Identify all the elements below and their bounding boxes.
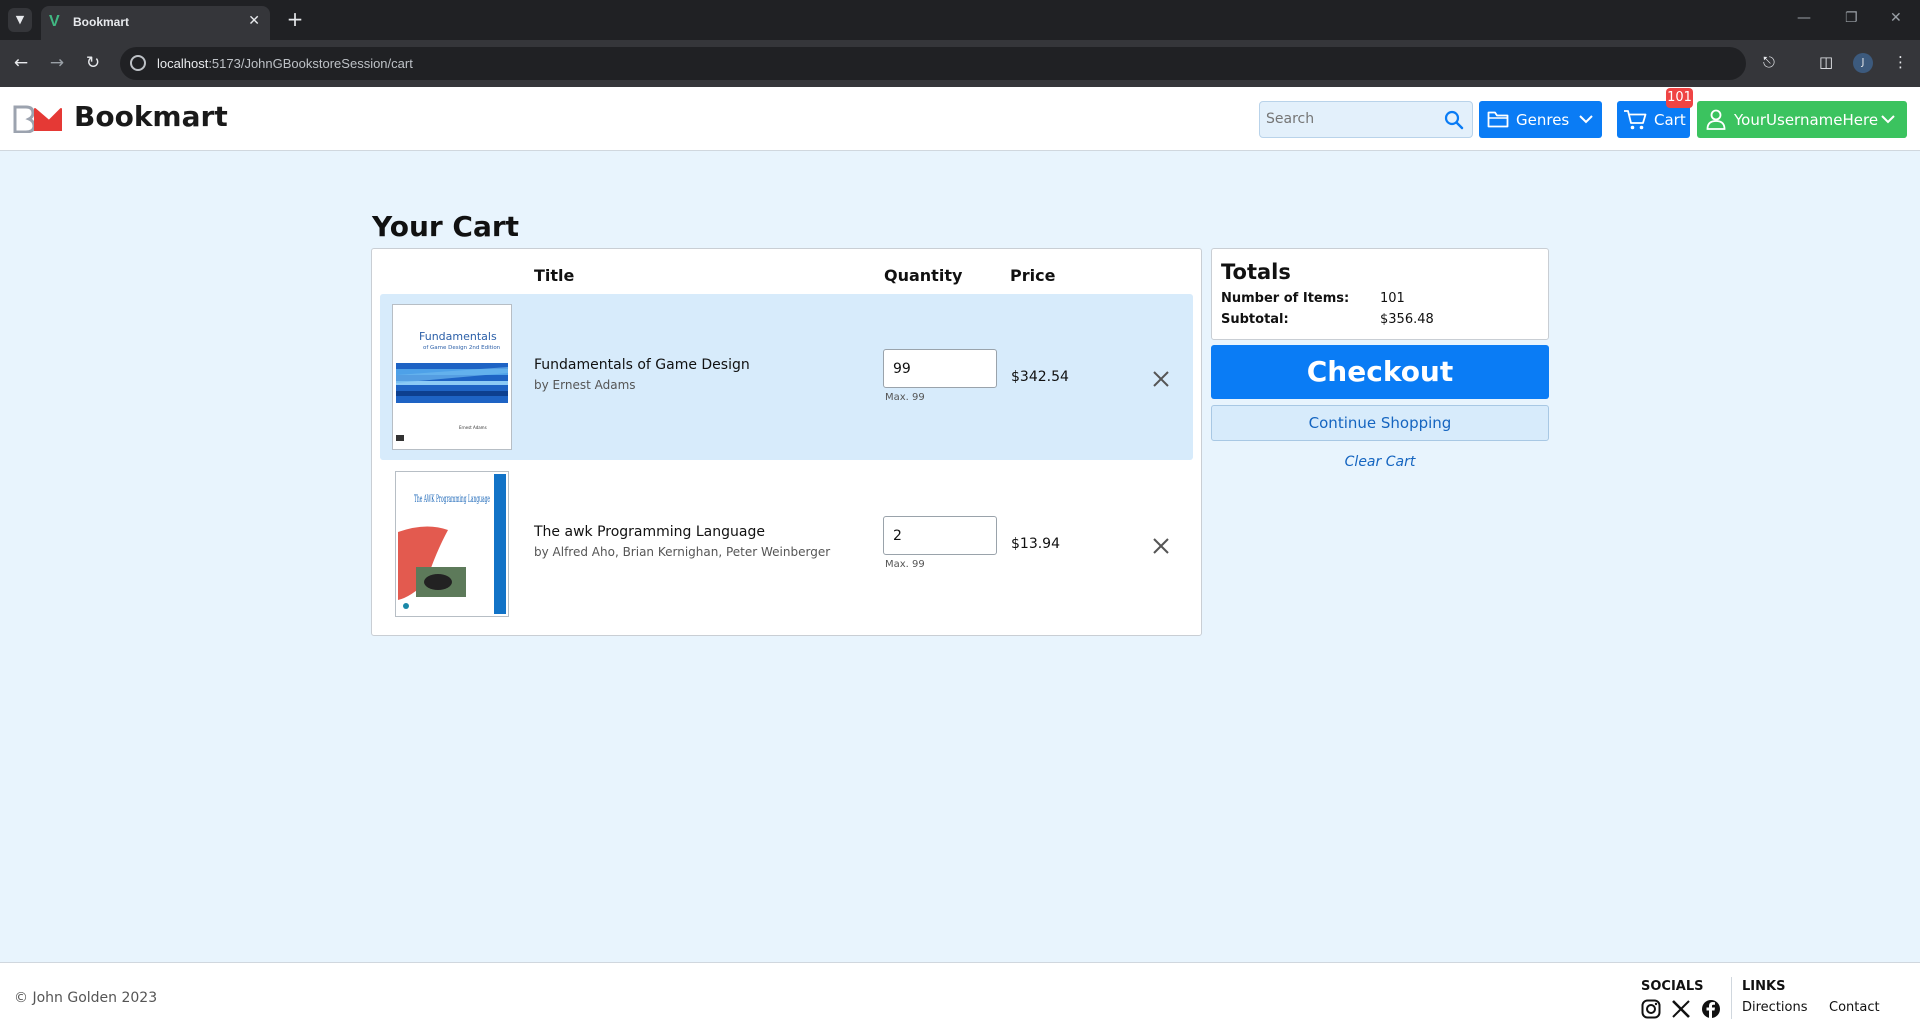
vue-favicon-icon: V [49,13,60,30]
chevron-down-icon [1881,115,1895,124]
checkout-button[interactable]: Checkout [1211,345,1549,399]
page-title: Your Cart [372,210,520,243]
book-cover-image[interactable]: The AWK Programming Language [395,471,509,617]
items-count-label: Number of Items: [1221,291,1350,306]
user-icon [1706,109,1726,130]
tab-search-chevron-icon[interactable]: ▼ [8,8,32,32]
address-bar[interactable]: localhost:5173/JohnGBookstoreSession/car… [120,47,1746,80]
search-box [1259,101,1473,138]
svg-text:Ernest Adams: Ernest Adams [459,425,487,430]
facebook-icon[interactable] [1701,999,1721,1019]
book-cover-art: The AWK Programming Language [396,472,508,616]
bookmart-logo-icon[interactable] [13,105,63,133]
remove-item-close-icon[interactable] [1151,536,1171,556]
genres-dropdown-button[interactable]: Genres [1479,101,1602,138]
links-heading: LINKS [1742,979,1786,994]
site-info-icon[interactable] [130,55,146,71]
search-input[interactable] [1266,111,1436,127]
continue-shopping-button[interactable]: Continue Shopping [1211,405,1549,441]
username-label: YourUsernameHere [1734,111,1879,129]
totals-panel: Totals Number of Items: 101 Subtotal: $3… [1211,248,1549,340]
reload-icon[interactable]: ↻ [82,52,104,74]
genres-label: Genres [1516,111,1570,129]
socials-heading: SOCIALS [1641,979,1704,994]
tab-close-icon[interactable]: ✕ [248,13,260,29]
book-author: by Ernest Adams [534,378,636,392]
cart-count-badge: 101 [1666,88,1693,108]
column-header-quantity: Quantity [884,266,963,285]
copyright-text: © John Golden 2023 [14,990,158,1006]
quantity-input[interactable] [883,516,997,555]
contact-link[interactable]: Contact [1829,1000,1880,1015]
subtotal-label: Subtotal: [1221,312,1289,327]
cover-subtitle-text: of Game Design 2nd Edition [423,345,501,351]
forward-arrow-icon[interactable]: → [46,52,68,74]
book-cover-image[interactable]: Fundamentals of Game Design 2nd Edition … [392,304,512,450]
cart-icon [1624,110,1647,130]
cart-table: Title Quantity Price Fundamentals of Gam… [371,248,1202,636]
column-header-price: Price [1010,266,1056,285]
site-footer: © John Golden 2023 SOCIALS LINKS Directi… [0,962,1920,1032]
chevron-down-icon [1579,115,1593,124]
column-header-title: Title [534,266,575,285]
item-price: $13.94 [1011,536,1060,552]
clear-cart-link[interactable]: Clear Cart [1211,454,1549,470]
remove-item-close-icon[interactable] [1151,369,1171,389]
folder-icon [1487,111,1509,128]
user-menu-button[interactable]: YourUsernameHere [1697,101,1907,138]
quantity-max-hint: Max. 99 [885,559,925,570]
profile-avatar[interactable]: J [1853,53,1873,73]
new-tab-plus-icon[interactable]: + [283,7,307,31]
brand-name[interactable]: Bookmart [74,100,228,133]
instagram-icon[interactable] [1641,999,1661,1019]
cart-label: Cart [1654,111,1686,129]
book-cover-art: Fundamentals of Game Design 2nd Edition … [393,305,511,449]
window-close-icon[interactable]: ✕ [1890,10,1902,26]
quantity-input[interactable] [883,349,997,388]
book-title[interactable]: The awk Programming Language [534,524,765,540]
footer-divider [1731,977,1732,1019]
side-panel-icon[interactable]: ◫ [1819,53,1833,71]
book-author: by Alfred Aho, Brian Kernighan, Peter We… [534,545,831,559]
back-arrow-icon[interactable]: ← [10,52,32,74]
directions-link[interactable]: Directions [1742,1000,1808,1015]
restore-icon[interactable]: ❐ [1845,10,1858,26]
items-count-value: 101 [1380,291,1405,306]
book-title[interactable]: Fundamentals of Game Design [534,357,750,373]
quantity-max-hint: Max. 99 [885,392,925,403]
cover-title-text: The AWK Programming Language [414,494,490,505]
cover-title-text: Fundamentals [419,330,497,343]
item-price: $342.54 [1011,369,1069,385]
x-twitter-icon[interactable] [1671,999,1691,1019]
browser-toolbar: ← → ↻ localhost:5173/JohnGBookstoreSessi… [0,40,1920,87]
cart-row: The AWK Programming Language The awk Pro… [380,461,1193,627]
browser-tab-bar: ▼ V Bookmart ✕ + — ❐ ✕ [0,0,1920,40]
url-text: localhost:5173/JohnGBookstoreSession/car… [157,56,413,71]
tab-title: Bookmart [73,15,130,29]
totals-title: Totals [1221,260,1291,284]
site-header: Bookmart Genres Cart YourUsernameHere [0,87,1920,151]
browser-tab[interactable]: V Bookmart ✕ [41,6,270,40]
browser-menu-icon[interactable]: ⋮ [1893,53,1908,71]
minimize-icon[interactable]: — [1797,10,1811,26]
extensions-puzzle-icon[interactable]: ⎋ [1763,53,1775,71]
cart-row: Fundamentals of Game Design 2nd Edition … [380,294,1193,460]
search-icon[interactable] [1444,110,1464,130]
subtotal-value: $356.48 [1380,312,1434,327]
